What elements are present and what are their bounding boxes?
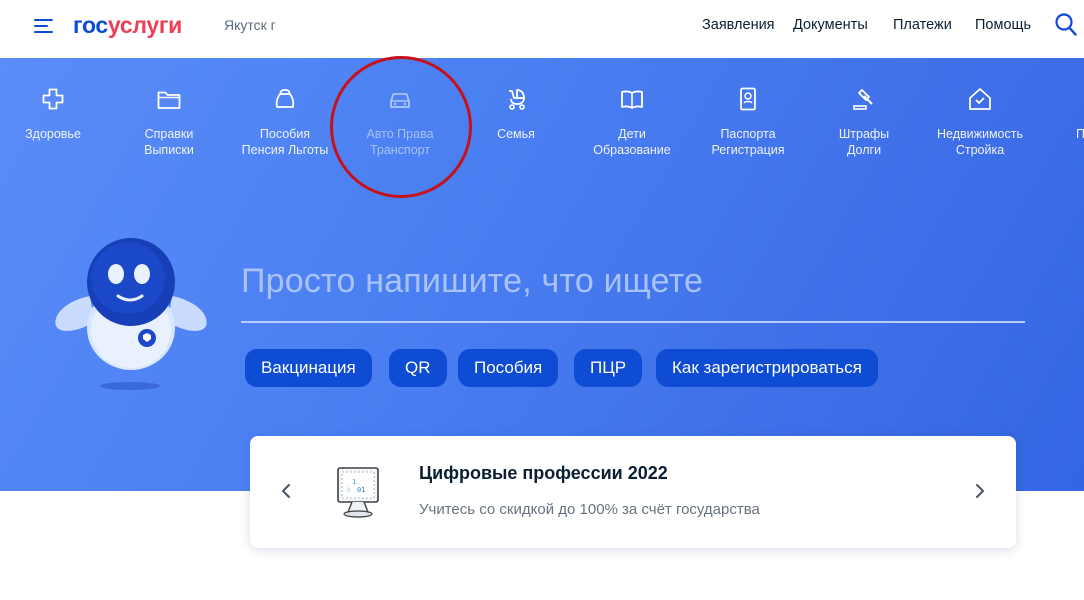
book-icon [621, 90, 643, 109]
svg-text:01: 01 [357, 486, 365, 494]
logo-part-uslugi: услуги [107, 12, 182, 38]
city-selector[interactable]: Якутск г [224, 17, 276, 33]
category-label-line2: Регистрация [711, 143, 785, 157]
category-label-line1: Здоровье [25, 127, 81, 141]
category-more[interactable]: П [1036, 86, 1084, 142]
category-label-line2: Долги [846, 143, 882, 157]
category-label-line1: Справки [144, 127, 194, 141]
category-label-line1: Недвижимость [937, 127, 1023, 141]
chip-qr[interactable]: QR [389, 349, 447, 387]
nav-applications[interactable]: Заявления [702, 17, 775, 33]
gavel-icon [853, 89, 873, 110]
promo-title: Цифровые профессии 2022 [419, 463, 668, 483]
category-label-line1: Пособия [259, 127, 311, 141]
category-label-line2: Образование [593, 143, 671, 157]
category-label-line2: Транспорт [369, 143, 431, 157]
chip-pcr[interactable]: ПЦР [574, 349, 643, 387]
category-label-line2: Пенсия Льготы [241, 143, 329, 157]
svg-text:0: 0 [347, 487, 351, 494]
category-auto[interactable]: Авто Права Транспорт [342, 86, 458, 158]
category-label-line1: Семья [497, 127, 535, 141]
nav-help[interactable]: Помощь [975, 17, 1031, 33]
promo-subtitle: Учитесь со скидкой до 100% за счёт госуд… [419, 501, 760, 518]
chevron-left-icon[interactable] [279, 482, 293, 500]
category-label-line1: Паспорта [720, 127, 776, 141]
search-input[interactable]: Просто напишите, что ищете [241, 262, 703, 301]
logo-part-gos: гос [73, 12, 108, 38]
folder-icon [157, 91, 181, 109]
category-children[interactable]: Дети Образование [574, 86, 690, 158]
nav-payments[interactable]: Платежи [893, 17, 952, 33]
health-cross-icon [42, 88, 64, 110]
category-label-line1: П [1076, 127, 1084, 141]
search-underline [241, 321, 1025, 323]
gosuslugi-logo[interactable]: госуслуги [73, 12, 182, 39]
category-benefits[interactable]: Пособия Пенсия Льготы [227, 86, 343, 158]
wallet-bag-icon [275, 89, 295, 108]
chip-benefits[interactable]: Пособия [458, 349, 559, 387]
monitor-binary-icon: 1 01 0 [337, 467, 379, 518]
search-icon[interactable] [1055, 13, 1077, 37]
menu-burger-icon[interactable] [34, 17, 54, 35]
house-icon [969, 88, 991, 110]
chip-how-to-register[interactable]: Как зарегистрироваться [656, 349, 878, 387]
nav-documents[interactable]: Документы [793, 17, 868, 33]
chip-vaccination[interactable]: Вакцинация [245, 349, 372, 387]
category-realty[interactable]: Недвижимость Стройка [922, 86, 1038, 158]
category-label-line1: Дети [618, 127, 646, 141]
category-fines[interactable]: Штрафы Долги [806, 86, 922, 158]
category-label-line2: Стройка [955, 143, 1005, 157]
svg-text:1: 1 [352, 478, 356, 486]
category-label-line1: Штрафы [838, 127, 890, 141]
hero-section: Здоровье Справки Выписки Пособия Пенсия Ль… [0, 56, 1084, 491]
robot-mascot-icon [55, 238, 207, 390]
category-passports[interactable]: Паспорта Регистрация [690, 86, 806, 158]
chevron-right-icon[interactable] [973, 482, 987, 500]
category-certificates[interactable]: Справки Выписки [111, 86, 227, 158]
category-label-line1: Авто Права [366, 127, 434, 141]
top-header: госуслуги Якутск г Заявления Документы П… [0, 0, 1084, 58]
category-family[interactable]: Семья [458, 86, 574, 142]
promo-card[interactable]: 1 01 0 Цифровые профессии 2022 Учитесь с… [250, 436, 1016, 548]
car-icon [390, 93, 410, 108]
passport-icon [740, 87, 756, 111]
category-health[interactable]: Здоровье [0, 86, 111, 142]
category-label-line2: Выписки [144, 143, 194, 157]
stroller-icon [509, 89, 525, 110]
